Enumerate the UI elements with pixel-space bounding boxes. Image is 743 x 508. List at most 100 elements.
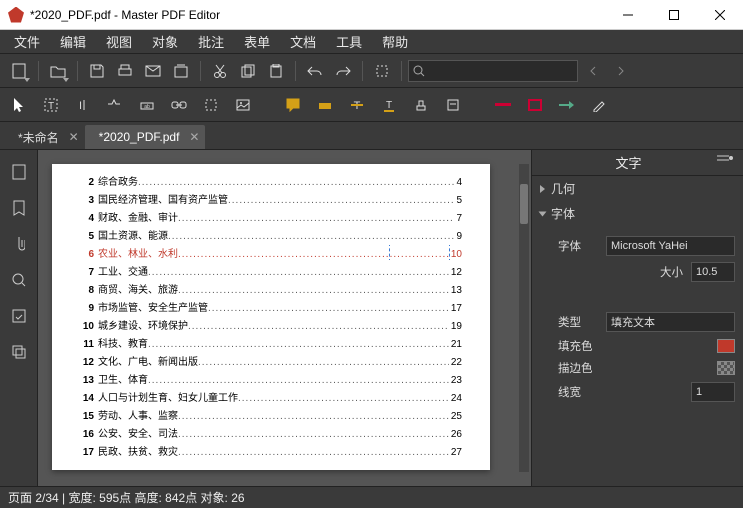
cut-button[interactable] xyxy=(207,58,233,84)
close-icon[interactable]: ✕ xyxy=(189,130,199,144)
toc-row[interactable]: 4财政、金融、审计...............................… xyxy=(80,209,462,224)
toc-row[interactable]: 5国土资源、能源................................… xyxy=(80,227,462,242)
thumbnails-button[interactable] xyxy=(5,158,33,186)
crop-tool[interactable] xyxy=(198,92,224,118)
paste-button[interactable] xyxy=(263,58,289,84)
rect-tool[interactable] xyxy=(522,92,548,118)
type-select[interactable]: 填充文本 xyxy=(606,312,735,332)
vertical-scrollbar[interactable] xyxy=(519,164,529,472)
edit-text-tool[interactable]: I xyxy=(70,92,96,118)
toc-page: 10 xyxy=(451,249,462,260)
toc-row[interactable]: 14人口与计划生育、妇女儿童工作........................… xyxy=(80,389,462,404)
toc-row[interactable]: 17民政、扶贫、救灾..............................… xyxy=(80,443,462,458)
menu-帮助[interactable]: 帮助 xyxy=(372,30,418,53)
email-button[interactable] xyxy=(140,58,166,84)
underline-tool[interactable]: T xyxy=(376,92,402,118)
toc-num: 4 xyxy=(80,213,94,224)
menu-工具[interactable]: 工具 xyxy=(326,30,372,53)
copy-button[interactable] xyxy=(235,58,261,84)
form-tool[interactable]: ab xyxy=(134,92,160,118)
bookmarks-button[interactable] xyxy=(5,194,33,222)
font-select[interactable]: Microsoft YaHei xyxy=(606,236,735,256)
linewidth-spinner[interactable]: 1 xyxy=(691,382,735,402)
redo-button[interactable] xyxy=(330,58,356,84)
open-button[interactable] xyxy=(45,58,71,84)
layers-button[interactable] xyxy=(5,338,33,366)
link-tool[interactable] xyxy=(166,92,192,118)
arrow-tool[interactable] xyxy=(554,92,580,118)
section-geometry[interactable]: 几何 xyxy=(532,176,743,201)
maximize-button[interactable] xyxy=(651,0,697,30)
size-spinner[interactable]: 10.5 xyxy=(691,262,735,282)
fill-color-swatch[interactable] xyxy=(717,339,735,353)
section-geometry-label: 几何 xyxy=(551,180,575,197)
search-prev-button[interactable] xyxy=(580,58,606,84)
search-next-button[interactable] xyxy=(608,58,634,84)
signatures-button[interactable] xyxy=(5,302,33,330)
scan-button[interactable] xyxy=(168,58,194,84)
stamp-tool[interactable] xyxy=(408,92,434,118)
zoom-fit-button[interactable] xyxy=(369,58,395,84)
toc-row[interactable]: 11科技、教育.................................… xyxy=(80,335,462,350)
toc-row[interactable]: 13卫生、体育.................................… xyxy=(80,371,462,386)
shape-tool[interactable] xyxy=(102,92,128,118)
menu-视图[interactable]: 视图 xyxy=(96,30,142,53)
toc-dots: ........................................… xyxy=(198,357,449,368)
tab[interactable]: *2020_PDF.pdf✕ xyxy=(85,125,206,149)
menu-对象[interactable]: 对象 xyxy=(142,30,188,53)
menu-表单[interactable]: 表单 xyxy=(234,30,280,53)
save-button[interactable] xyxy=(84,58,110,84)
close-icon[interactable]: ✕ xyxy=(69,130,79,144)
section-font[interactable]: 字体 xyxy=(532,201,743,226)
toc-num: 10 xyxy=(80,321,94,332)
tab[interactable]: *未命名✕ xyxy=(4,125,85,149)
menu-文档[interactable]: 文档 xyxy=(280,30,326,53)
undo-button[interactable] xyxy=(302,58,328,84)
type-label: 类型 xyxy=(558,314,598,330)
line-tool[interactable] xyxy=(490,92,516,118)
page[interactable]: 2综合政务...................................… xyxy=(52,164,490,470)
panel-options-icon[interactable] xyxy=(717,154,735,172)
text-tool[interactable]: T xyxy=(38,92,64,118)
toc-row[interactable]: 15劳动、人事、监察..............................… xyxy=(80,407,462,422)
toc-row[interactable]: 16公安、安全、司法..............................… xyxy=(80,425,462,440)
toc-num: 17 xyxy=(80,447,94,458)
toc-page: 22 xyxy=(451,357,462,368)
toc-row[interactable]: 9市场监管、安全生产监管............................… xyxy=(80,299,462,314)
select-tool[interactable] xyxy=(6,92,32,118)
note-tool[interactable] xyxy=(280,92,306,118)
attachments-button[interactable] xyxy=(5,230,33,258)
toc-row[interactable]: 2综合政务...................................… xyxy=(80,173,462,188)
toc-dots: ........................................… xyxy=(178,429,449,440)
search-input[interactable] xyxy=(429,65,573,77)
toc-row[interactable]: 12文化、广电、新闻出版............................… xyxy=(80,353,462,368)
close-button[interactable] xyxy=(697,0,743,30)
toc-row[interactable]: 3国民经济管理、国有资产监管..........................… xyxy=(80,191,462,206)
menu-编辑[interactable]: 编辑 xyxy=(50,30,96,53)
minimize-button[interactable] xyxy=(605,0,651,30)
pencil-tool[interactable] xyxy=(586,92,612,118)
new-button[interactable] xyxy=(6,58,32,84)
highlight-tool[interactable] xyxy=(312,92,338,118)
menu-批注[interactable]: 批注 xyxy=(188,30,234,53)
toc-text: 卫生、体育 xyxy=(98,371,148,386)
attach-tool[interactable] xyxy=(440,92,466,118)
search-panel-button[interactable] xyxy=(5,266,33,294)
toc-page: 13 xyxy=(451,285,462,296)
print-button[interactable] xyxy=(112,58,138,84)
document-canvas[interactable]: 2综合政务...................................… xyxy=(38,150,531,486)
toc-row[interactable]: 8商贸、海关、旅游...............................… xyxy=(80,281,462,296)
search-box[interactable] xyxy=(408,60,578,82)
toc-num: 5 xyxy=(80,231,94,242)
stroke-color-swatch[interactable] xyxy=(717,361,735,375)
toc-row[interactable]: 6农业、林业、水利...............................… xyxy=(80,245,462,260)
strikeout-tool[interactable]: T xyxy=(344,92,370,118)
window-controls xyxy=(605,0,743,30)
menu-文件[interactable]: 文件 xyxy=(4,30,50,53)
image-tool[interactable] xyxy=(230,92,256,118)
panel-title: 文字 xyxy=(540,153,717,172)
toc-row[interactable]: 10城乡建设、环境保护.............................… xyxy=(80,317,462,332)
toc-text: 国土资源、能源 xyxy=(98,227,168,242)
toc-row[interactable]: 7工业、交通..................................… xyxy=(80,263,462,278)
scrollbar-thumb[interactable] xyxy=(520,184,528,224)
